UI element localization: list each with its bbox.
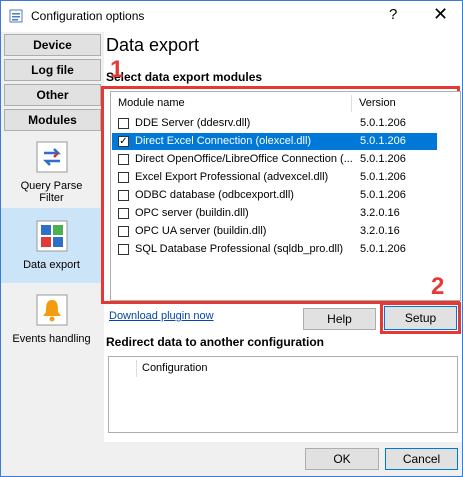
- module-checkbox[interactable]: [118, 244, 129, 255]
- module-name: SQL Database Professional (sqldb_pro.dll…: [135, 243, 344, 255]
- module-name: OPC UA server (buildin.dll): [135, 225, 267, 237]
- module-version: 5.0.1.206: [360, 153, 406, 165]
- module-name: ODBC database (odbcexport.dll): [135, 189, 294, 201]
- module-checkbox[interactable]: ✓: [118, 136, 129, 147]
- module-name: Excel Export Professional (advexcel.dll): [135, 171, 329, 183]
- ok-button[interactable]: OK: [305, 448, 379, 470]
- module-name: Direct Excel Connection (olexcel.dll): [135, 135, 312, 147]
- module-checkbox[interactable]: [118, 208, 129, 219]
- module-version: 3.2.0.16: [360, 225, 400, 237]
- configuration-dialog: Configuration options ? ✕ Device Log fil…: [0, 0, 463, 477]
- close-icon[interactable]: ✕: [433, 4, 448, 25]
- redirect-section-label: Redirect data to another configuration: [106, 335, 325, 349]
- module-version: 5.0.1.206: [360, 171, 406, 183]
- module-name: OPC server (buildin.dll): [135, 207, 249, 219]
- module-version: 5.0.1.206: [360, 135, 406, 147]
- help-button[interactable]: Help: [303, 308, 376, 330]
- cancel-button[interactable]: Cancel: [385, 448, 458, 470]
- dialog-footer: OK Cancel: [1, 442, 462, 476]
- setup-button[interactable]: Setup: [384, 306, 457, 330]
- bell-icon: [36, 294, 67, 326]
- module-row[interactable]: Direct OpenOffice/LibreOffice Connection…: [112, 151, 437, 168]
- sidebar-item-events-handling[interactable]: Events handling: [1, 294, 102, 354]
- sidebar: Device Log file Other Modules Query Pars…: [1, 32, 102, 476]
- tab-other[interactable]: Other: [4, 84, 101, 106]
- sidebar-item-data-export[interactable]: Data export: [1, 208, 102, 283]
- module-list[interactable]: Module name Version DDE Server (ddesrv.d…: [110, 91, 461, 301]
- module-version: 5.0.1.206: [360, 243, 406, 255]
- module-checkbox[interactable]: [118, 118, 129, 129]
- window-title: Configuration options: [31, 9, 145, 23]
- column-header-version[interactable]: Version: [359, 92, 396, 114]
- tab-log-file[interactable]: Log file: [4, 59, 101, 81]
- module-row[interactable]: SQL Database Professional (sqldb_pro.dll…: [112, 241, 437, 258]
- module-checkbox[interactable]: [118, 226, 129, 237]
- sidebar-item-label: Query Parse Filter: [20, 180, 83, 204]
- query-parse-icon: [36, 141, 67, 173]
- sidebar-item-label: Events handling: [12, 333, 91, 345]
- module-version: 5.0.1.206: [360, 189, 406, 201]
- help-icon[interactable]: ?: [389, 6, 397, 23]
- module-row[interactable]: OPC UA server (buildin.dll) 3.2.0.16: [112, 223, 437, 240]
- sidebar-item-query-parse-filter[interactable]: Query Parse Filter: [1, 136, 102, 211]
- column-header-name[interactable]: Module name: [118, 92, 185, 114]
- module-name: Direct OpenOffice/LibreOffice Connection…: [135, 153, 353, 165]
- module-row[interactable]: DDE Server (ddesrv.dll) 5.0.1.206: [112, 115, 437, 132]
- title-bar: Configuration options ? ✕: [1, 1, 462, 32]
- module-checkbox[interactable]: [118, 154, 129, 165]
- sidebar-item-label: Data export: [23, 259, 80, 271]
- data-export-icon: [36, 220, 67, 252]
- main-panel: Data export Select data export modules 1…: [101, 32, 462, 476]
- configuration-list[interactable]: Configuration: [108, 356, 458, 433]
- callout-number: 1: [110, 56, 124, 83]
- column-header-configuration[interactable]: Configuration: [142, 357, 207, 379]
- download-plugin-link[interactable]: Download plugin now: [109, 310, 214, 322]
- module-row[interactable]: Excel Export Professional (advexcel.dll)…: [112, 169, 437, 186]
- tab-modules[interactable]: Modules: [4, 109, 101, 131]
- module-checkbox[interactable]: [118, 190, 129, 201]
- page-title: Data export: [106, 35, 200, 55]
- callout-number: 2: [431, 273, 445, 300]
- module-version: 3.2.0.16: [360, 207, 400, 219]
- module-row[interactable]: OPC server (buildin.dll) 3.2.0.16: [112, 205, 437, 222]
- module-checkbox[interactable]: [118, 172, 129, 183]
- modules-section-label: Select data export modules: [106, 70, 263, 84]
- module-row[interactable]: ODBC database (odbcexport.dll) 5.0.1.206: [112, 187, 437, 204]
- module-name: DDE Server (ddesrv.dll): [135, 117, 251, 129]
- app-icon: [9, 9, 23, 23]
- module-version: 5.0.1.206: [360, 117, 406, 129]
- tab-device[interactable]: Device: [4, 34, 101, 56]
- module-row[interactable]: ✓ Direct Excel Connection (olexcel.dll) …: [112, 133, 437, 150]
